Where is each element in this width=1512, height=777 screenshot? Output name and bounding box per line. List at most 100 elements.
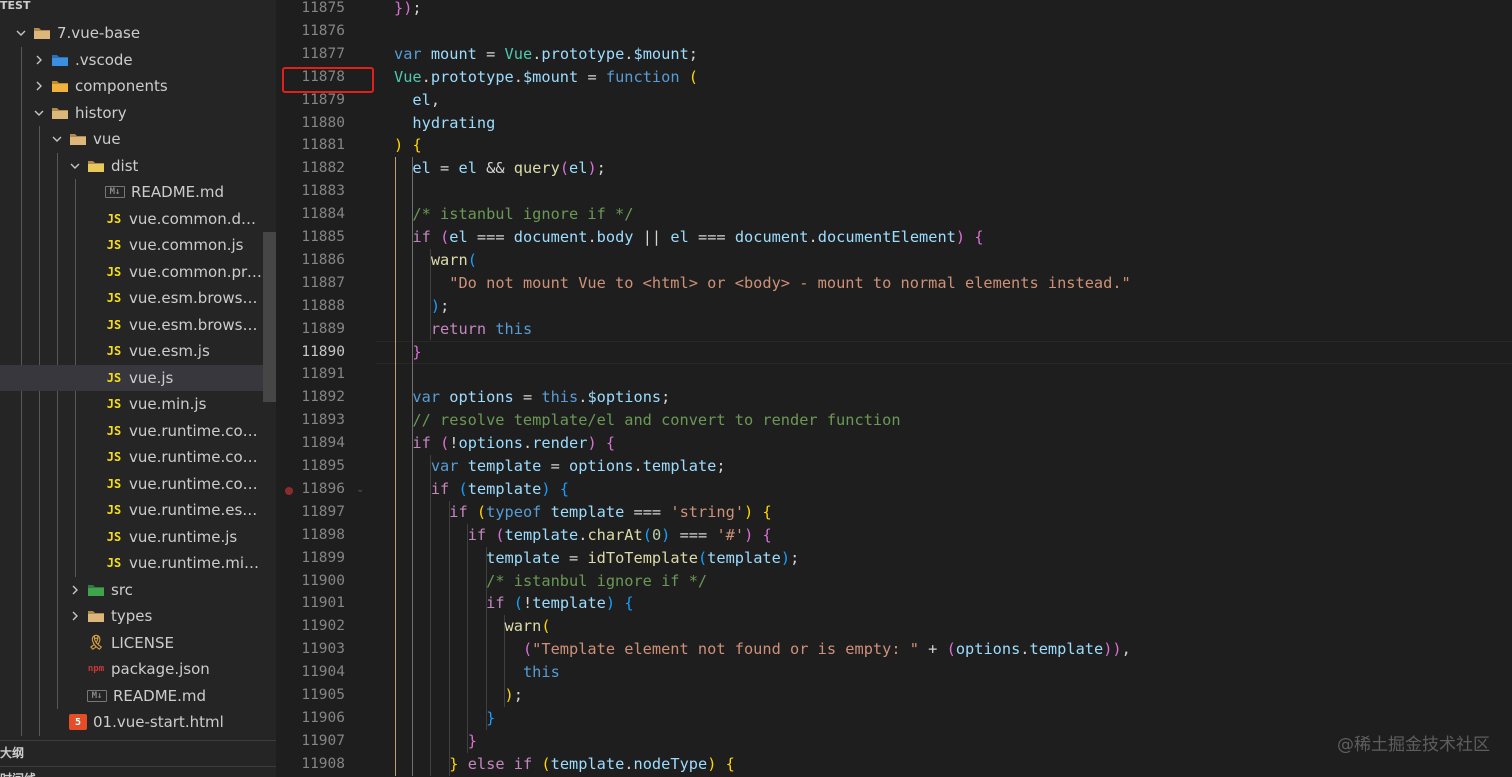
code-line[interactable]: warn( xyxy=(394,615,551,638)
tree-file[interactable]: JS vue.esm.js xyxy=(0,338,263,364)
line-number[interactable]: 11888 xyxy=(276,295,345,318)
code-line[interactable]: ) { xyxy=(394,134,422,157)
line-number[interactable]: 11891 xyxy=(276,363,345,386)
line-number[interactable]: 11892 xyxy=(276,386,345,409)
tree-folder[interactable]: components xyxy=(0,73,263,99)
line-number[interactable]: 11880 xyxy=(276,112,345,135)
code-line[interactable]: } xyxy=(394,707,495,730)
tree-file[interactable]: JS vue.common.dev.js xyxy=(0,206,263,232)
chevron-right-icon[interactable] xyxy=(31,52,47,68)
line-number[interactable]: 11893 xyxy=(276,409,345,432)
code-line[interactable]: if (el === document.body || el === docum… xyxy=(394,226,983,249)
line-number[interactable]: 11905 xyxy=(276,684,345,707)
line-number[interactable]: 11898 xyxy=(276,524,345,547)
tree-folder[interactable]: 7.vue-base xyxy=(0,20,263,46)
line-number[interactable]: 11885 xyxy=(276,226,345,249)
code-line[interactable]: Vue.prototype.$mount = function ( xyxy=(394,66,698,89)
tree-file[interactable]: JS vue.runtime.common.pr... xyxy=(0,471,263,497)
code-line[interactable]: } else if (template.nodeType) { xyxy=(394,753,735,776)
line-number[interactable]: 11908 xyxy=(276,753,345,776)
tree-folder[interactable]: src xyxy=(0,577,263,603)
code-line[interactable]: ); xyxy=(394,684,523,707)
tree-file[interactable]: JS vue.runtime.min.js xyxy=(0,550,263,576)
tree-folder[interactable]: history xyxy=(0,100,263,126)
tree-file[interactable]: JS vue.runtime.common.js xyxy=(0,444,263,470)
line-number[interactable]: 11884 xyxy=(276,203,345,226)
code-line[interactable]: var options = this.$options; xyxy=(394,386,670,409)
code-line[interactable]: ); xyxy=(394,295,449,318)
line-number[interactable]: 11886 xyxy=(276,249,345,272)
code-line[interactable]: var template = options.template; xyxy=(394,455,726,478)
timeline-panel-header[interactable]: 时间线 xyxy=(0,766,276,777)
chevron-right-icon[interactable] xyxy=(67,608,83,624)
line-number[interactable]: 11894 xyxy=(276,432,345,455)
tree-folder[interactable]: dist xyxy=(0,153,263,179)
tree-file[interactable]: JS vue.min.js xyxy=(0,391,263,417)
tree-file[interactable]: JS vue.esm.browser.js xyxy=(0,285,263,311)
line-number[interactable]: 11897 xyxy=(276,501,345,524)
code-line[interactable]: warn( xyxy=(394,249,477,272)
code-line[interactable]: "Do not mount Vue to <html> or <body> - … xyxy=(394,272,1131,295)
line-number[interactable]: 11889 xyxy=(276,318,345,341)
line-number[interactable]: 11890 xyxy=(276,341,345,364)
tree-file[interactable]: JS vue.esm.browser.min.js xyxy=(0,312,263,338)
code-line[interactable]: }); xyxy=(394,0,422,20)
line-number[interactable]: 11883 xyxy=(276,180,345,203)
line-number[interactable]: 11895 xyxy=(276,455,345,478)
code-line[interactable]: if (template) { xyxy=(394,478,569,501)
tree-file[interactable]: JS vue.js xyxy=(0,364,263,391)
line-number[interactable]: 11879 xyxy=(276,89,345,112)
tree-file[interactable]: 🎗 LICENSE xyxy=(0,630,263,656)
chevron-down-icon[interactable] xyxy=(13,25,29,41)
code-line[interactable]: if (!options.render) { xyxy=(394,432,615,455)
tree-file[interactable]: JS vue.common.js xyxy=(0,232,263,258)
line-number[interactable]: 11887 xyxy=(276,272,345,295)
outline-panel-header[interactable]: 大纲 xyxy=(0,740,276,765)
explorer-section-title[interactable]: TEST xyxy=(0,0,30,17)
tree-file[interactable]: M↓ README.md xyxy=(0,683,263,709)
tree-file[interactable]: JS vue.runtime.esm.js xyxy=(0,497,263,523)
tree-folder[interactable]: types xyxy=(0,603,263,629)
tree-folder[interactable]: vue xyxy=(0,126,263,152)
chevron-down-icon[interactable] xyxy=(49,131,65,147)
code-line[interactable]: el, xyxy=(394,89,440,112)
code-editor[interactable]: ⌄ 11875 11876 11877 11878 11879 11880 11881 118… xyxy=(276,0,1512,777)
code-line[interactable]: /* istanbul ignore if */ xyxy=(394,203,633,226)
code-line[interactable]: } xyxy=(394,730,477,753)
line-number[interactable]: 11876 xyxy=(276,20,345,43)
line-number[interactable]: 11875 xyxy=(276,0,345,20)
tree-file[interactable]: npm package.json xyxy=(0,656,263,682)
code-line[interactable]: el = el && query(el); xyxy=(394,157,605,180)
chevron-down-icon[interactable] xyxy=(67,158,83,174)
code-line[interactable]: ("Template element not found or is empty… xyxy=(394,638,1131,661)
line-number[interactable]: 11902 xyxy=(276,615,345,638)
code-line[interactable]: // resolve template/el and convert to re… xyxy=(394,409,900,432)
line-number[interactable]: 11881 xyxy=(276,134,345,157)
line-number[interactable]: 11877 xyxy=(276,43,345,66)
line-number[interactable]: 11882 xyxy=(276,157,345,180)
code-line[interactable]: return this xyxy=(394,318,532,341)
tree-file[interactable]: JS vue.common.prod.js xyxy=(0,259,263,285)
chevron-down-icon[interactable] xyxy=(31,105,47,121)
chevron-right-icon[interactable] xyxy=(31,78,47,94)
line-number[interactable]: 11900 xyxy=(276,570,345,593)
line-number[interactable]: 11878 xyxy=(276,66,345,89)
line-number[interactable]: 11904 xyxy=(276,661,345,684)
tree-file[interactable]: JS vue.runtime.common.d... xyxy=(0,418,263,444)
code-line[interactable]: if (!template) { xyxy=(394,592,633,615)
tree-file[interactable]: JS vue.runtime.js xyxy=(0,524,263,550)
fold-chevron-icon[interactable]: ⌄ xyxy=(356,484,364,495)
line-number[interactable]: 11896 xyxy=(276,478,345,501)
line-number[interactable]: 11906 xyxy=(276,707,345,730)
tree-file[interactable]: 5 01.vue-start.html xyxy=(0,709,263,735)
code-line[interactable]: hydrating xyxy=(394,112,495,135)
tree-file[interactable]: M↓ README.md xyxy=(0,179,263,205)
code-line[interactable]: if (template.charAt(0) === '#') { xyxy=(394,524,772,547)
code-line[interactable]: if (typeof template === 'string') { xyxy=(394,501,771,524)
code-line[interactable]: this xyxy=(394,661,560,684)
line-number[interactable]: 11907 xyxy=(276,730,345,753)
chevron-right-icon[interactable] xyxy=(67,582,83,598)
line-number[interactable]: 11899 xyxy=(276,547,345,570)
line-number[interactable]: 11903 xyxy=(276,638,345,661)
tree-folder[interactable]: .vscode xyxy=(0,47,263,73)
